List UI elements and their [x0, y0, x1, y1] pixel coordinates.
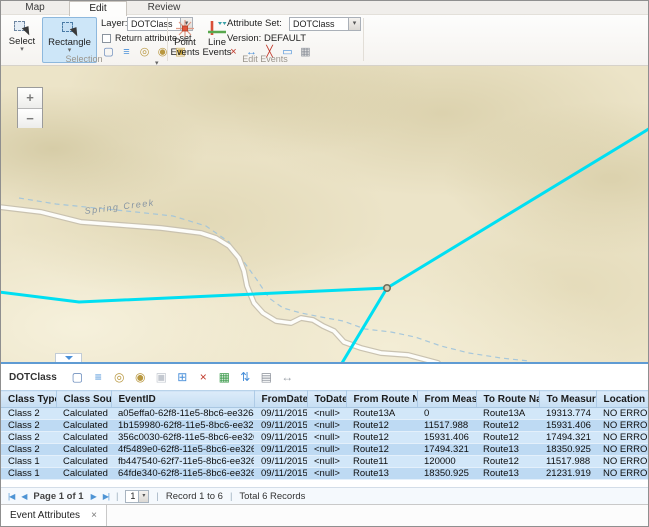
column-header[interactable]: FromDate: [254, 391, 307, 408]
zoom-out-button[interactable]: −: [18, 108, 42, 128]
map-zoom-control: + −: [17, 87, 43, 128]
select-cursor-icon: [13, 20, 31, 35]
table-row[interactable]: Class 1Calculatedfb447540-62f7-11e5-8bc6…: [1, 456, 649, 468]
table-row[interactable]: Class 1Calculated64fde340-62f8-11e5-8bc6…: [1, 468, 649, 480]
save-edits-icon[interactable]: ▣: [154, 371, 169, 384]
road-line: [1, 207, 438, 362]
show-selected-records-icon[interactable]: ≡: [91, 371, 106, 384]
column-header[interactable]: Class Source: [56, 391, 111, 408]
table-row[interactable]: Class 2Calculated4f5489e0-62f8-11e5-8bc6…: [1, 444, 649, 456]
point-events-icon: [175, 20, 195, 37]
sort-records-icon[interactable]: ⇅: [238, 371, 253, 384]
chevron-down-icon: [65, 356, 73, 360]
table-row[interactable]: Class 2Calculated356c0030-62f8-11e5-8bc6…: [1, 432, 649, 444]
panel-toolbar-icons: ▢ ≡ ◎ ◉ ▣ ⊞ × ▦ ⇅ ▤ ↔: [70, 371, 295, 384]
attribute-set-dropdown[interactable]: DOTClass ▾: [289, 17, 361, 31]
previous-page-button[interactable]: ◀: [21, 492, 26, 501]
pagination-bar: |◀ ◀ Page 1 of 1 ▶ ▶| | 1 ▾ | Record 1 t…: [1, 487, 648, 504]
line-events-icon: [207, 20, 227, 37]
table-row[interactable]: Class 2Calculateda05effa0-62f8-11e5-8bc6…: [1, 408, 649, 420]
tab-review[interactable]: Review: [133, 1, 195, 15]
attribute-set-label: Attribute Set:: [227, 18, 282, 29]
route-event-line-west: [1, 288, 387, 302]
column-header[interactable]: ToDate: [307, 391, 346, 408]
delete-selected-icon[interactable]: ×: [196, 371, 211, 384]
close-tab-icon[interactable]: ×: [91, 505, 97, 526]
table-header-row: Class TypeClass SourceEventIDFromDateToD…: [1, 391, 649, 408]
column-header[interactable]: From Measure: [417, 391, 476, 408]
version-label: Version: DEFAULT: [227, 33, 306, 44]
page-number-dropdown[interactable]: 1 ▾: [125, 490, 149, 503]
column-header[interactable]: Class Type: [1, 391, 56, 408]
edit-events-group-label: Edit Events: [167, 54, 363, 64]
last-page-button[interactable]: ▶|: [103, 492, 109, 501]
ribbon-tab-bar: Map Edit Review: [1, 1, 648, 15]
total-records-label: Total 6 Records: [239, 491, 305, 502]
return-attribute-set-checkbox[interactable]: [102, 34, 111, 43]
column-header[interactable]: From Route Name: [346, 391, 417, 408]
column-header[interactable]: To Route Name: [476, 391, 539, 408]
page-dropdown-caret-icon[interactable]: ▾: [138, 491, 148, 502]
map-canvas[interactable]: Spring Creek + −: [1, 66, 649, 362]
column-header[interactable]: To Measure: [539, 391, 596, 408]
first-page-button[interactable]: |◀: [8, 492, 14, 501]
layer-label: Layer:: [101, 18, 127, 29]
add-records-icon[interactable]: ▦: [217, 371, 232, 384]
rectangle-select-icon: [61, 21, 79, 36]
column-header[interactable]: Location Error: [596, 391, 649, 408]
tab-event-attributes[interactable]: Event Attributes ×: [1, 505, 107, 527]
record-range-label: Record 1 to 6: [166, 491, 223, 502]
next-page-button[interactable]: ▶: [91, 492, 96, 501]
attribute-set-caret-icon[interactable]: ▾: [348, 18, 360, 30]
panel-title: DOTClass: [9, 372, 57, 383]
tab-edit[interactable]: Edit: [69, 1, 127, 16]
zoom-in-button[interactable]: +: [18, 88, 42, 108]
event-attributes-panel: DOTClass ▢ ≡ ◎ ◉ ▣ ⊞ × ▦ ⇅ ▤ ↔ Class TypeClass Sou…: [1, 362, 648, 526]
select-records-icon[interactable]: ▢: [70, 371, 85, 384]
page-label: Page 1 of 1: [33, 491, 83, 502]
road-casing: [1, 207, 438, 362]
column-header[interactable]: EventID: [111, 391, 254, 408]
pan-to-selected-icon[interactable]: ◉: [133, 371, 148, 384]
route-event-line-northeast: [387, 127, 649, 288]
panel-toolbar: DOTClass ▢ ≡ ◎ ◉ ▣ ⊞ × ▦ ⇅ ▤ ↔: [1, 364, 648, 390]
ribbon: Select ▾ Rectangle ▾ Layer: DOTClass ▾ R…: [1, 15, 648, 66]
zoom-to-selected-icon[interactable]: ◎: [112, 371, 127, 384]
panel-tab-bar: Event Attributes ×: [1, 504, 648, 526]
table-body: Class 2Calculateda05effa0-62f8-11e5-8bc6…: [1, 408, 649, 480]
table-row[interactable]: Class 2Calculated1b159980-62f8-11e5-8bc6…: [1, 420, 649, 432]
selection-group-label: Selection: [1, 54, 167, 64]
resize-columns-icon[interactable]: ↔: [280, 371, 295, 384]
view-report-icon[interactable]: ▤: [259, 371, 274, 384]
tab-map[interactable]: Map: [7, 1, 63, 15]
event-editor-window: Map Edit Review Select ▾ Rectangle ▾ Lay…: [0, 0, 649, 527]
event-attributes-table: Class TypeClass SourceEventIDFromDateToD…: [1, 390, 649, 480]
route-junction-vertex: [384, 285, 390, 291]
attribute-window-icon[interactable]: ⊞: [175, 371, 190, 384]
panel-collapse-button[interactable]: [55, 353, 82, 362]
